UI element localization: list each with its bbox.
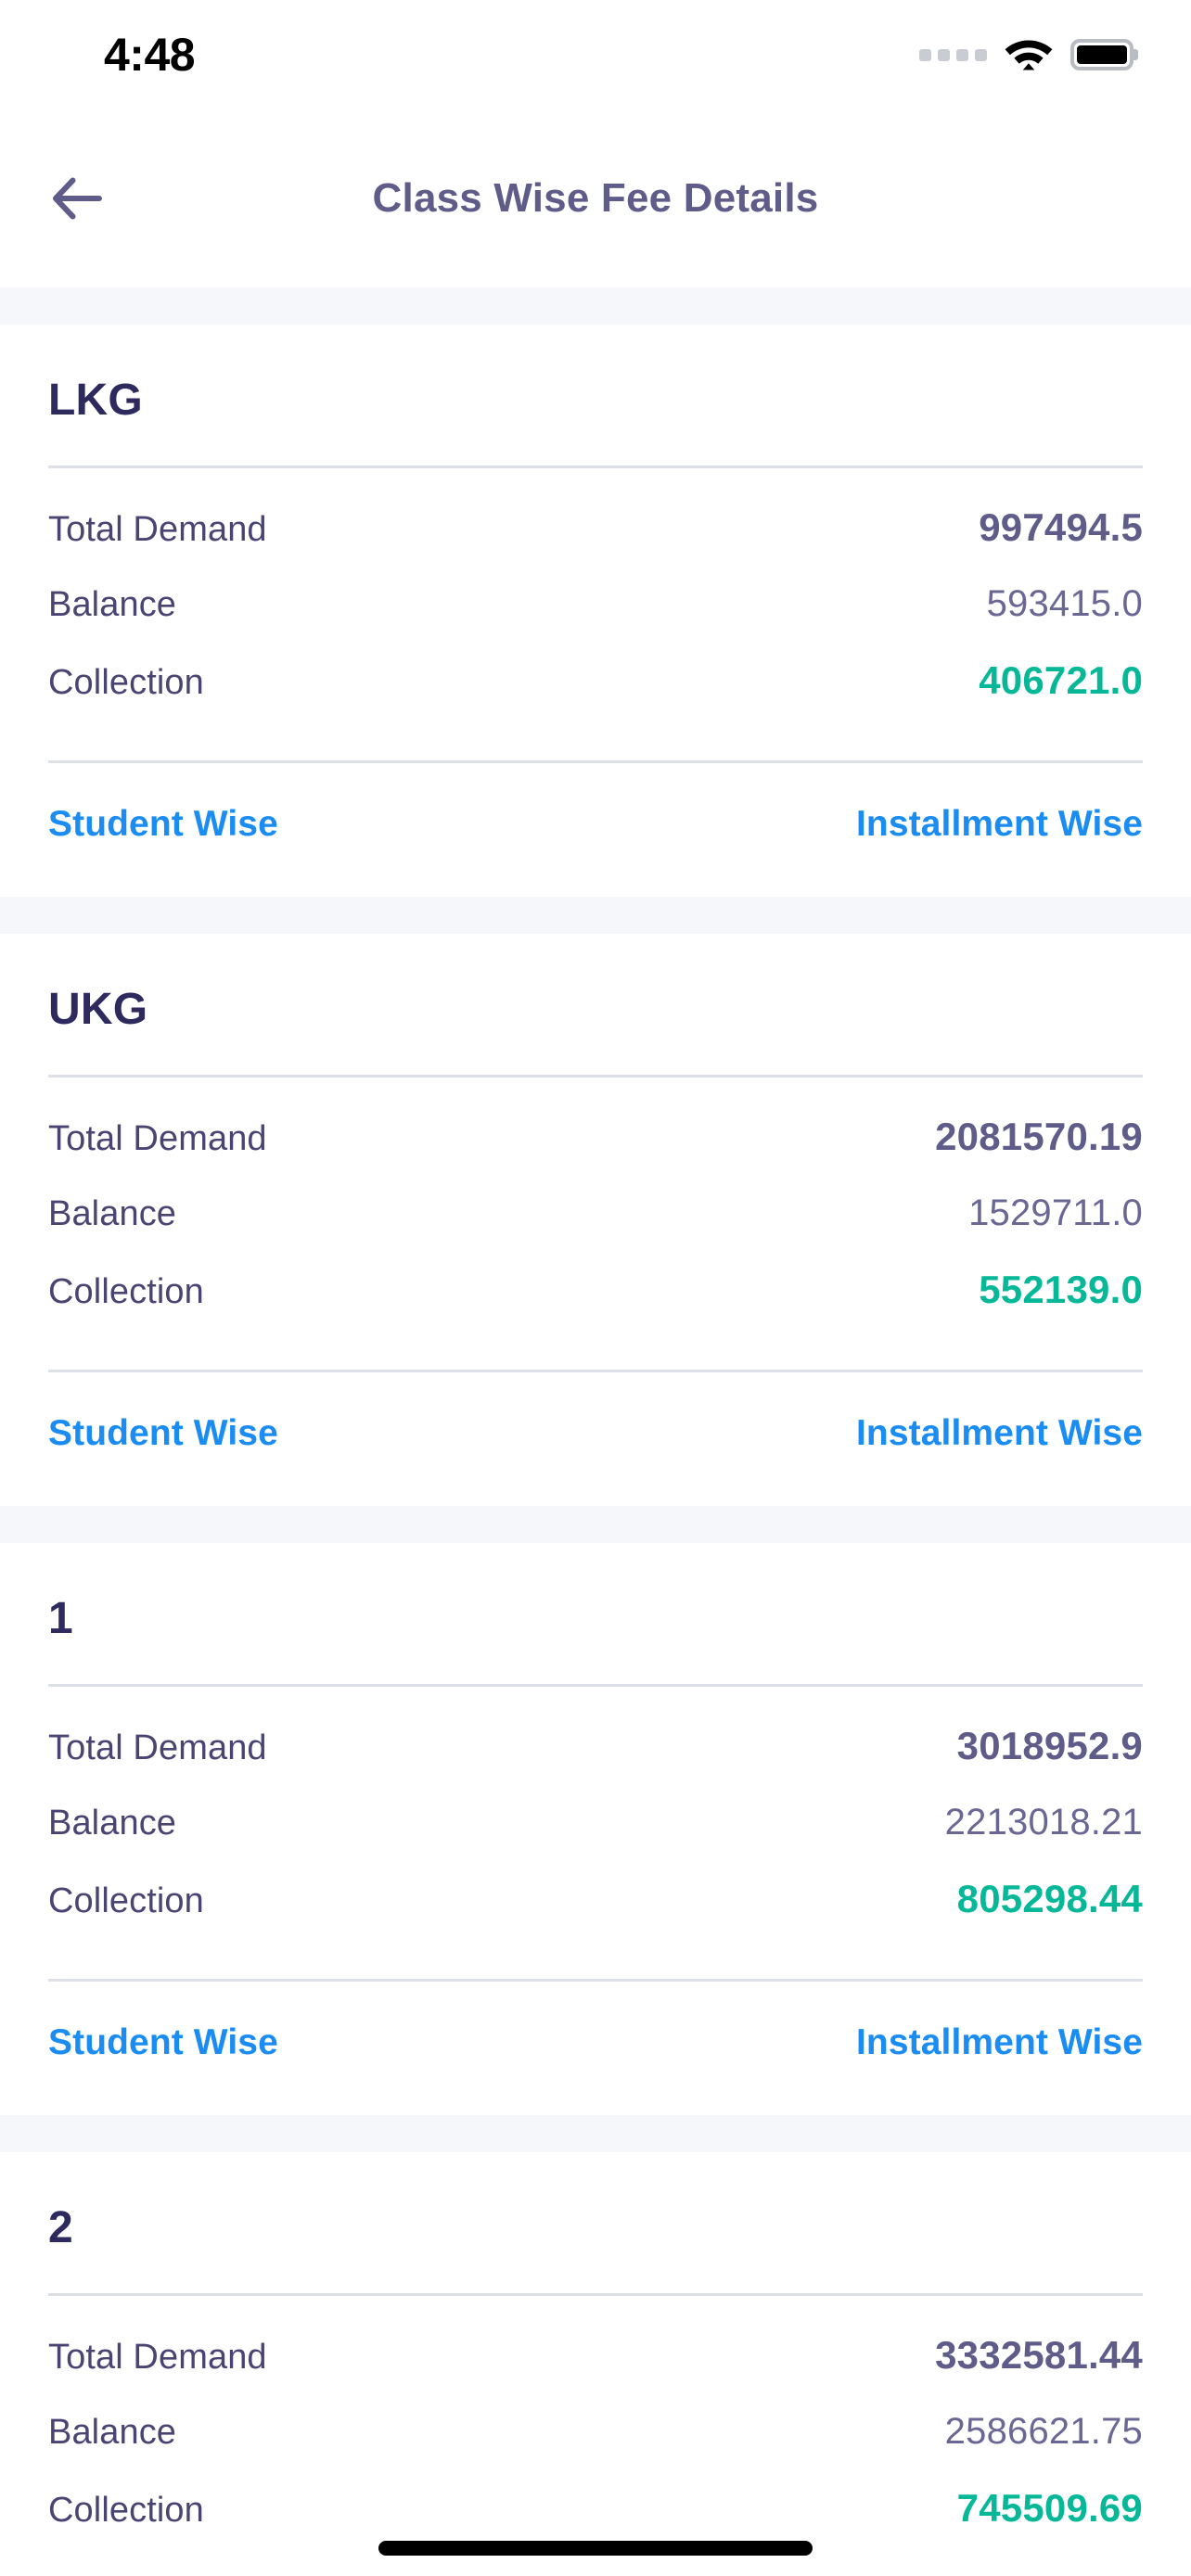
fee-rows: Total Demand 2081570.19 Balance 1529711.… [48,1078,1143,1329]
app-screen: 4:48 Class Wise Fee Details LKG Total De… [0,0,1191,2576]
row-label: Collection [48,663,204,702]
fee-row-balance: Balance 593415.0 [48,567,1143,642]
fee-row-total-demand: Total Demand 997494.5 [48,489,1143,567]
fee-row-total-demand: Total Demand 2081570.19 [48,1098,1143,1176]
fee-rows: Total Demand 997494.5 Balance 593415.0 C… [48,468,1143,720]
card-actions: Student Wise Installment Wise [48,1982,1143,2115]
row-label: Collection [48,1272,204,1311]
installment-wise-link[interactable]: Installment Wise [856,804,1143,845]
row-value-total-demand: 3018952.9 [956,1724,1143,1767]
row-value-total-demand: 3332581.44 [935,2333,1143,2377]
row-value-collection: 745509.69 [956,2486,1143,2530]
section-separator [0,2115,1191,2152]
class-name: 2 [48,2203,73,2252]
page-title: Class Wise Fee Details [372,175,819,221]
row-label: Total Demand [48,1728,267,1767]
fee-row-collection: Collection 805298.44 [48,1860,1143,1938]
class-name: LKG [48,376,143,425]
row-value-collection: 552139.0 [979,1268,1143,1311]
class-name: UKG [48,985,148,1034]
battery-full-icon [1070,39,1133,70]
row-value-balance: 2213018.21 [944,1802,1143,1843]
row-value-balance: 593415.0 [986,583,1143,624]
card-actions: Student Wise Installment Wise [48,763,1143,897]
class-name: 1 [48,1594,73,1643]
installment-wise-link[interactable]: Installment Wise [856,1413,1143,1454]
row-label: Balance [48,1194,177,1233]
fee-row-collection: Collection 406721.0 [48,642,1143,720]
back-button[interactable] [37,159,117,238]
row-label: Collection [48,1881,204,1920]
fee-row-total-demand: Total Demand 3332581.44 [48,2316,1143,2394]
row-value-collection: 406721.0 [979,658,1143,702]
row-value-balance: 1529711.0 [968,1192,1143,1233]
status-bar: 4:48 [0,0,1191,109]
fee-rows: Total Demand 3018952.9 Balance 2213018.2… [48,1687,1143,1938]
fee-row-balance: Balance 2213018.21 [48,1785,1143,1860]
class-card: LKG Total Demand 997494.5 Balance 593415… [0,325,1191,897]
installment-wise-link[interactable]: Installment Wise [856,2022,1143,2063]
row-value-total-demand: 997494.5 [979,505,1143,549]
row-label: Total Demand [48,510,267,549]
row-label: Total Demand [48,1119,267,1158]
status-bar-indicators [919,34,1133,76]
app-bar: Class Wise Fee Details [0,109,1191,287]
section-separator [0,897,1191,934]
class-card: UKG Total Demand 2081570.19 Balance 1529… [0,934,1191,1506]
row-value-balance: 2586621.75 [944,2411,1143,2452]
class-card: 2 Total Demand 3332581.44 Balance 258662… [0,2152,1191,2576]
class-list[interactable]: LKG Total Demand 997494.5 Balance 593415… [0,287,1191,2576]
card-actions: Student Wise Installment Wise [48,1372,1143,1506]
row-value-collection: 805298.44 [956,1877,1143,1920]
row-label: Total Demand [48,2338,267,2377]
row-label: Balance [48,1804,177,1843]
student-wise-link[interactable]: Student Wise [48,2022,278,2063]
section-separator [0,1506,1191,1543]
fee-row-balance: Balance 1529711.0 [48,1176,1143,1251]
signal-dots-icon [919,48,987,61]
student-wise-link[interactable]: Student Wise [48,1413,278,1454]
section-separator [0,287,1191,325]
status-bar-time: 4:48 [104,29,196,81]
home-indicator [378,2541,813,2556]
student-wise-link[interactable]: Student Wise [48,804,278,845]
row-label: Balance [48,585,177,624]
wifi-icon [1004,34,1054,76]
class-card: 1 Total Demand 3018952.9 Balance 2213018… [0,1543,1191,2115]
fee-row-collection: Collection 745509.69 [48,2469,1143,2547]
fee-row-balance: Balance 2586621.75 [48,2394,1143,2469]
row-value-total-demand: 2081570.19 [935,1115,1143,1158]
row-label: Collection [48,2491,204,2530]
fee-row-collection: Collection 552139.0 [48,1251,1143,1329]
row-label: Balance [48,2413,177,2452]
back-arrow-icon [53,177,102,220]
fee-row-total-demand: Total Demand 3018952.9 [48,1707,1143,1785]
fee-rows: Total Demand 3332581.44 Balance 2586621.… [48,2296,1143,2547]
